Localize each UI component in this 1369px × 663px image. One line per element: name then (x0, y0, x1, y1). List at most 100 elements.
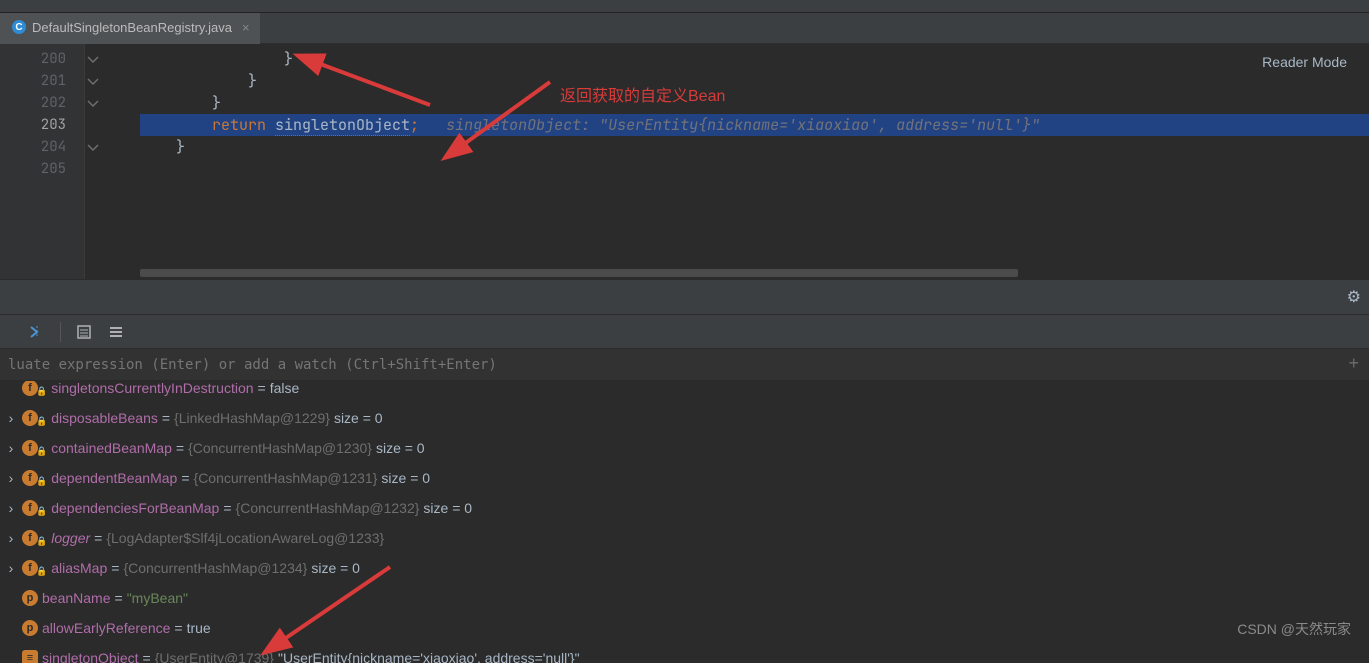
equals-sign: = (115, 590, 123, 606)
parameter-icon: p (22, 590, 38, 606)
chevron-right-icon[interactable]: › (4, 500, 18, 516)
chevron-right-icon[interactable]: › (4, 440, 18, 456)
variable-row[interactable]: ›f🔒 aliasMap = {ConcurrentHashMap@1234} … (2, 553, 1367, 583)
line-number-gutter: 200 201 202 203 204 205 (0, 44, 85, 279)
reader-mode-toggle[interactable]: Reader Mode (1262, 54, 1347, 70)
lock-icon: 🔒 (36, 536, 47, 547)
equals-sign: = (111, 560, 119, 576)
equals-sign: = (181, 470, 189, 486)
variable-value: false (270, 381, 300, 396)
line-number: 201 (0, 70, 84, 92)
lock-icon: 🔒 (36, 416, 47, 427)
variable-type: {ConcurrentHashMap@1232} (236, 500, 420, 516)
equals-sign: = (94, 530, 102, 546)
code-text: } (140, 49, 293, 69)
variable-row[interactable]: p allowEarlyReference = true (2, 613, 1367, 643)
code-area[interactable]: } } } return singletonObject; singletonO… (140, 44, 1369, 279)
variable-type: {UserEntity@1739} (155, 650, 274, 663)
code-text: } (140, 71, 257, 91)
calculator-icon[interactable] (75, 323, 93, 341)
lock-icon: 🔒 (36, 386, 47, 397)
variable-row[interactable]: f🔒 singletonsCurrentlyInDestruction = fa… (2, 381, 1367, 403)
variable-row[interactable]: ›f🔒 containedBeanMap = {ConcurrentHashMa… (2, 433, 1367, 463)
variable-value: size = 0 (423, 500, 472, 516)
fold-handle[interactable] (85, 48, 140, 70)
list-icon[interactable] (107, 323, 125, 341)
gear-icon[interactable]: ⚙ (1347, 287, 1361, 307)
fold-handle[interactable] (85, 92, 140, 114)
editor-tab-row: C DefaultSingletonBeanRegistry.java × (0, 13, 1369, 44)
top-toolbar (0, 0, 1369, 13)
equals-sign: = (162, 410, 170, 426)
lock-icon: 🔒 (36, 446, 47, 457)
code-text: } (140, 93, 221, 113)
fold-handle[interactable] (85, 70, 140, 92)
chevron-right-icon[interactable]: › (4, 560, 18, 576)
watermark: CSDN @天然玩家 (1237, 619, 1351, 639)
variable-row[interactable]: ›f🔒 dependentBeanMap = {ConcurrentHashMa… (2, 463, 1367, 493)
expression-input[interactable] (8, 357, 1361, 373)
equals-sign: = (223, 500, 231, 516)
parameter-icon: p (22, 620, 38, 636)
lock-icon: 🔒 (36, 566, 47, 577)
variable-type: {LogAdapter$Slf4jLocationAwareLog@1233} (106, 530, 384, 546)
variable-name: disposableBeans (51, 410, 158, 426)
line-number: 202 (0, 92, 84, 114)
variable-row[interactable]: ›f🔒 dependenciesForBeanMap = {Concurrent… (2, 493, 1367, 523)
variable-row[interactable]: p beanName = "myBean" (2, 583, 1367, 613)
current-execution-line: return singletonObject; singletonObject:… (140, 114, 1369, 136)
variable-row[interactable]: ≡ singletonObject = {UserEntity@1739} "U… (2, 643, 1367, 663)
variable-name: aliasMap (51, 560, 107, 576)
equals-sign: = (174, 620, 182, 636)
add-watch-icon[interactable]: + (1348, 353, 1359, 374)
code-text: } (140, 137, 185, 157)
variable-name: logger (51, 530, 90, 546)
separator (60, 322, 61, 342)
line-number: 205 (0, 158, 84, 180)
step-into-icon[interactable] (28, 323, 46, 341)
line-number: 204 (0, 136, 84, 158)
horizontal-scrollbar[interactable] (140, 267, 1359, 279)
fold-handle[interactable] (85, 136, 140, 158)
variable-value: "myBean" (127, 590, 188, 606)
variable-value: size = 0 (334, 410, 383, 426)
line-number-current: 203 (0, 114, 84, 136)
editor-tab[interactable]: C DefaultSingletonBeanRegistry.java × (0, 13, 260, 44)
variable-value: size = 0 (376, 440, 425, 456)
variable-name: allowEarlyReference (42, 620, 170, 636)
evaluate-expression-bar[interactable] (0, 349, 1369, 381)
chevron-right-icon[interactable]: › (4, 470, 18, 486)
tab-title: DefaultSingletonBeanRegistry.java (32, 20, 232, 35)
lock-icon: 🔒 (36, 476, 47, 487)
lock-icon: 🔒 (36, 506, 47, 517)
debug-sub-toolbar (0, 315, 1369, 349)
variable-name: dependenciesForBeanMap (51, 500, 219, 516)
variable-type: {ConcurrentHashMap@1231} (194, 470, 378, 486)
variable-row[interactable]: ›f🔒 disposableBeans = {LinkedHashMap@122… (2, 403, 1367, 433)
equals-sign: = (258, 381, 266, 396)
variable-type: {ConcurrentHashMap@1230} (188, 440, 372, 456)
line-number: 200 (0, 48, 84, 70)
value-icon: ≡ (22, 650, 38, 663)
debug-panel-header: ⚙ (0, 279, 1369, 315)
variable-row[interactable]: ›f🔒 logger = {LogAdapter$Slf4jLocationAw… (2, 523, 1367, 553)
close-icon[interactable]: × (238, 20, 250, 35)
variable-value: size = 0 (311, 560, 360, 576)
variables-panel[interactable]: f🔒 singletonsCurrentlyInDestruction = fa… (0, 381, 1369, 663)
variable-type: {LinkedHashMap@1229} (174, 410, 330, 426)
class-icon: C (12, 20, 26, 34)
variable-value: size = 0 (381, 470, 430, 486)
variable-value: "UserEntity{nickname='xiaoxiao', address… (278, 650, 580, 663)
user-annotation: 返回获取的自定义Bean (560, 82, 725, 106)
variable-name: dependentBeanMap (51, 470, 177, 486)
variable-type: {ConcurrentHashMap@1234} (123, 560, 307, 576)
variable-name: beanName (42, 590, 111, 606)
chevron-right-icon[interactable]: › (4, 410, 18, 426)
variable-name: containedBeanMap (51, 440, 172, 456)
variable-name: singletonObject (42, 650, 139, 663)
equals-sign: = (143, 650, 151, 663)
code-editor[interactable]: 200 201 202 203 204 205 } } } return sin… (0, 44, 1369, 279)
chevron-right-icon[interactable]: › (4, 530, 18, 546)
variable-value: true (187, 620, 211, 636)
scrollbar-thumb[interactable] (140, 269, 1018, 277)
